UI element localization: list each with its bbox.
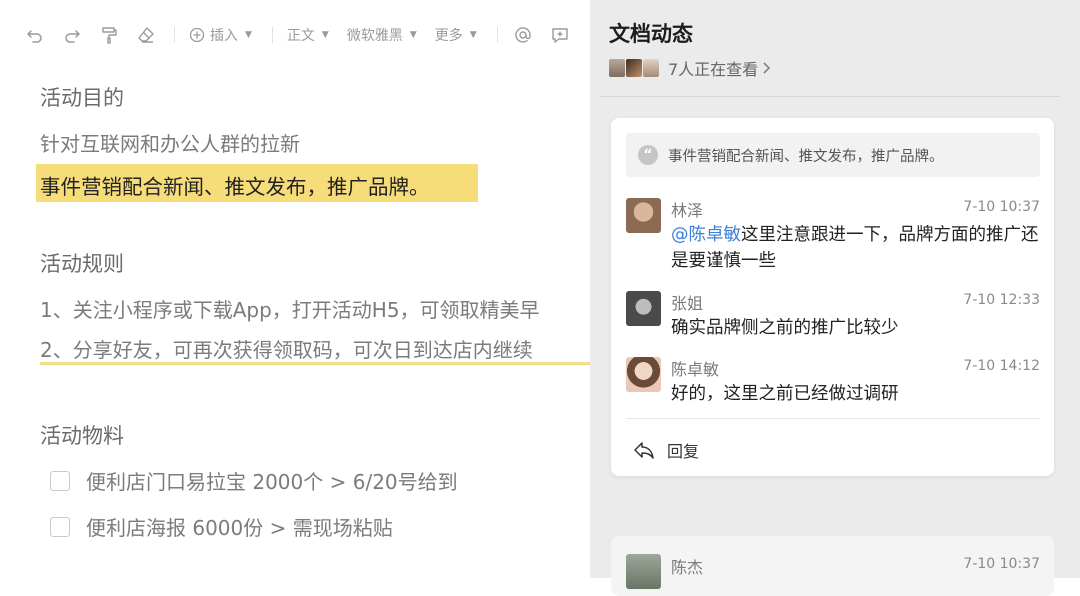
reply-button[interactable]: 回复 bbox=[633, 438, 699, 462]
comment-author[interactable]: 张姐 bbox=[671, 290, 703, 314]
viewer-avatar bbox=[626, 59, 642, 77]
redo-icon[interactable] bbox=[61, 24, 83, 46]
avatar[interactable] bbox=[626, 291, 661, 326]
todo-item: 便利店海报 6000份 > 需现场粘贴 bbox=[50, 512, 393, 541]
paragraph-rule-1: 1、关注小程序或下载App，打开活动H5，可领取精美早 bbox=[40, 298, 540, 322]
plus-circle-icon bbox=[189, 27, 205, 43]
paragraph-purpose-1: 针对互联网和办公人群的拉新 bbox=[40, 132, 300, 156]
document-editor[interactable]: 插入 ▼ 正文 ▼ 微软雅黑 ▼ 更多 ▼ 活动目的 针对互联网和办公人群的拉新… bbox=[0, 0, 590, 578]
editor-toolbar: 插入 ▼ 正文 ▼ 微软雅黑 ▼ 更多 ▼ bbox=[24, 22, 586, 48]
viewer-avatar bbox=[643, 59, 659, 77]
viewers-row[interactable]: 7人正在查看 bbox=[609, 56, 771, 80]
toolbar-divider bbox=[496, 27, 498, 43]
paragraph-rule-2: 2、分享好友，可再次获得领取码，可次日到达店内继续 bbox=[40, 338, 533, 362]
comment-time: 7-10 12:33 bbox=[963, 292, 1040, 308]
avatar[interactable] bbox=[626, 357, 661, 392]
at-icon[interactable] bbox=[512, 24, 534, 46]
card-divider bbox=[626, 418, 1040, 419]
mention-link[interactable]: @陈卓敏 bbox=[671, 225, 741, 245]
more-label: 更多 bbox=[434, 28, 463, 44]
avatar[interactable] bbox=[626, 554, 661, 589]
todo-checkbox[interactable] bbox=[50, 470, 70, 491]
caret-down-icon: ▼ bbox=[409, 30, 417, 40]
caret-down-icon: ▼ bbox=[245, 30, 252, 40]
comment-body: 好的，这里之前已经做过调研 bbox=[671, 384, 899, 404]
reply-icon bbox=[634, 442, 654, 459]
quoted-text[interactable]: “ 事件营销配合新闻、推文发布，推广品牌。 bbox=[626, 133, 1040, 177]
comment-author[interactable]: 陈杰 bbox=[671, 554, 703, 578]
document-activity-panel: 文档动态 7人正在查看 “ 事件营销配合新闻、推文发布，推广品牌。 林泽 7-1… bbox=[590, 0, 1080, 596]
avatar[interactable] bbox=[626, 198, 661, 233]
comment-body: 确实品牌侧之前的推广比较少 bbox=[671, 318, 899, 338]
comment-time: 7-10 10:37 bbox=[963, 556, 1040, 572]
chevron-right-icon bbox=[763, 62, 771, 74]
todo-text: 便利店门口易拉宝 2000个 > 6/20号给到 bbox=[86, 470, 458, 494]
todo-checkbox[interactable] bbox=[50, 516, 70, 537]
comment-thread-card: 陈杰 7-10 10:37 bbox=[611, 536, 1054, 596]
panel-divider bbox=[600, 96, 1060, 97]
todo-text: 便利店海报 6000份 > 需现场粘贴 bbox=[86, 516, 393, 540]
paragraph-highlighted[interactable]: 事件营销配合新闻、推文发布，推广品牌。 bbox=[40, 170, 430, 200]
heading-materials: 活动物料 bbox=[40, 424, 124, 448]
comment-add-icon[interactable] bbox=[549, 24, 571, 46]
quote-text: 事件营销配合新闻、推文发布，推广品牌。 bbox=[668, 148, 944, 165]
style-label: 正文 bbox=[286, 28, 315, 44]
toolbar-divider bbox=[174, 27, 175, 43]
insert-label: 插入 bbox=[210, 28, 238, 44]
todo-item: 便利店门口易拉宝 2000个 > 6/20号给到 bbox=[50, 466, 458, 495]
paragraph-style-dropdown[interactable]: 正文 ▼ bbox=[287, 25, 329, 45]
comment-author[interactable]: 陈卓敏 bbox=[671, 356, 719, 380]
viewer-avatar bbox=[609, 59, 625, 77]
caret-down-icon: ▼ bbox=[469, 30, 477, 40]
heading-purpose: 活动目的 bbox=[40, 86, 124, 110]
undo-icon[interactable] bbox=[24, 24, 46, 46]
comment-author[interactable]: 林泽 bbox=[671, 197, 703, 221]
eraser-icon[interactable] bbox=[135, 24, 157, 46]
more-dropdown[interactable]: 更多 ▼ bbox=[435, 25, 477, 45]
heading-rules: 活动规则 bbox=[40, 252, 124, 276]
toolbar-divider bbox=[271, 27, 273, 43]
insert-dropdown[interactable]: 插入 ▼ bbox=[189, 25, 252, 45]
comment-body: @陈卓敏这里注意跟进一下，品牌方面的推广还是要谨慎一些 bbox=[671, 222, 1041, 274]
viewers-count: 7人正在查看 bbox=[668, 60, 759, 79]
panel-title: 文档动态 bbox=[609, 22, 693, 46]
caret-down-icon: ▼ bbox=[321, 30, 329, 40]
comment-time: 7-10 10:37 bbox=[963, 199, 1040, 215]
comment-time: 7-10 14:12 bbox=[963, 358, 1040, 374]
quote-icon: “ bbox=[638, 145, 658, 165]
comment-thread-card: “ 事件营销配合新闻、推文发布，推广品牌。 林泽 7-10 10:37 @陈卓敏… bbox=[611, 118, 1054, 476]
font-family-dropdown[interactable]: 微软雅黑 ▼ bbox=[347, 25, 417, 45]
font-label: 微软雅黑 bbox=[346, 28, 403, 44]
format-painter-icon[interactable] bbox=[98, 24, 120, 46]
reply-label: 回复 bbox=[667, 442, 700, 461]
